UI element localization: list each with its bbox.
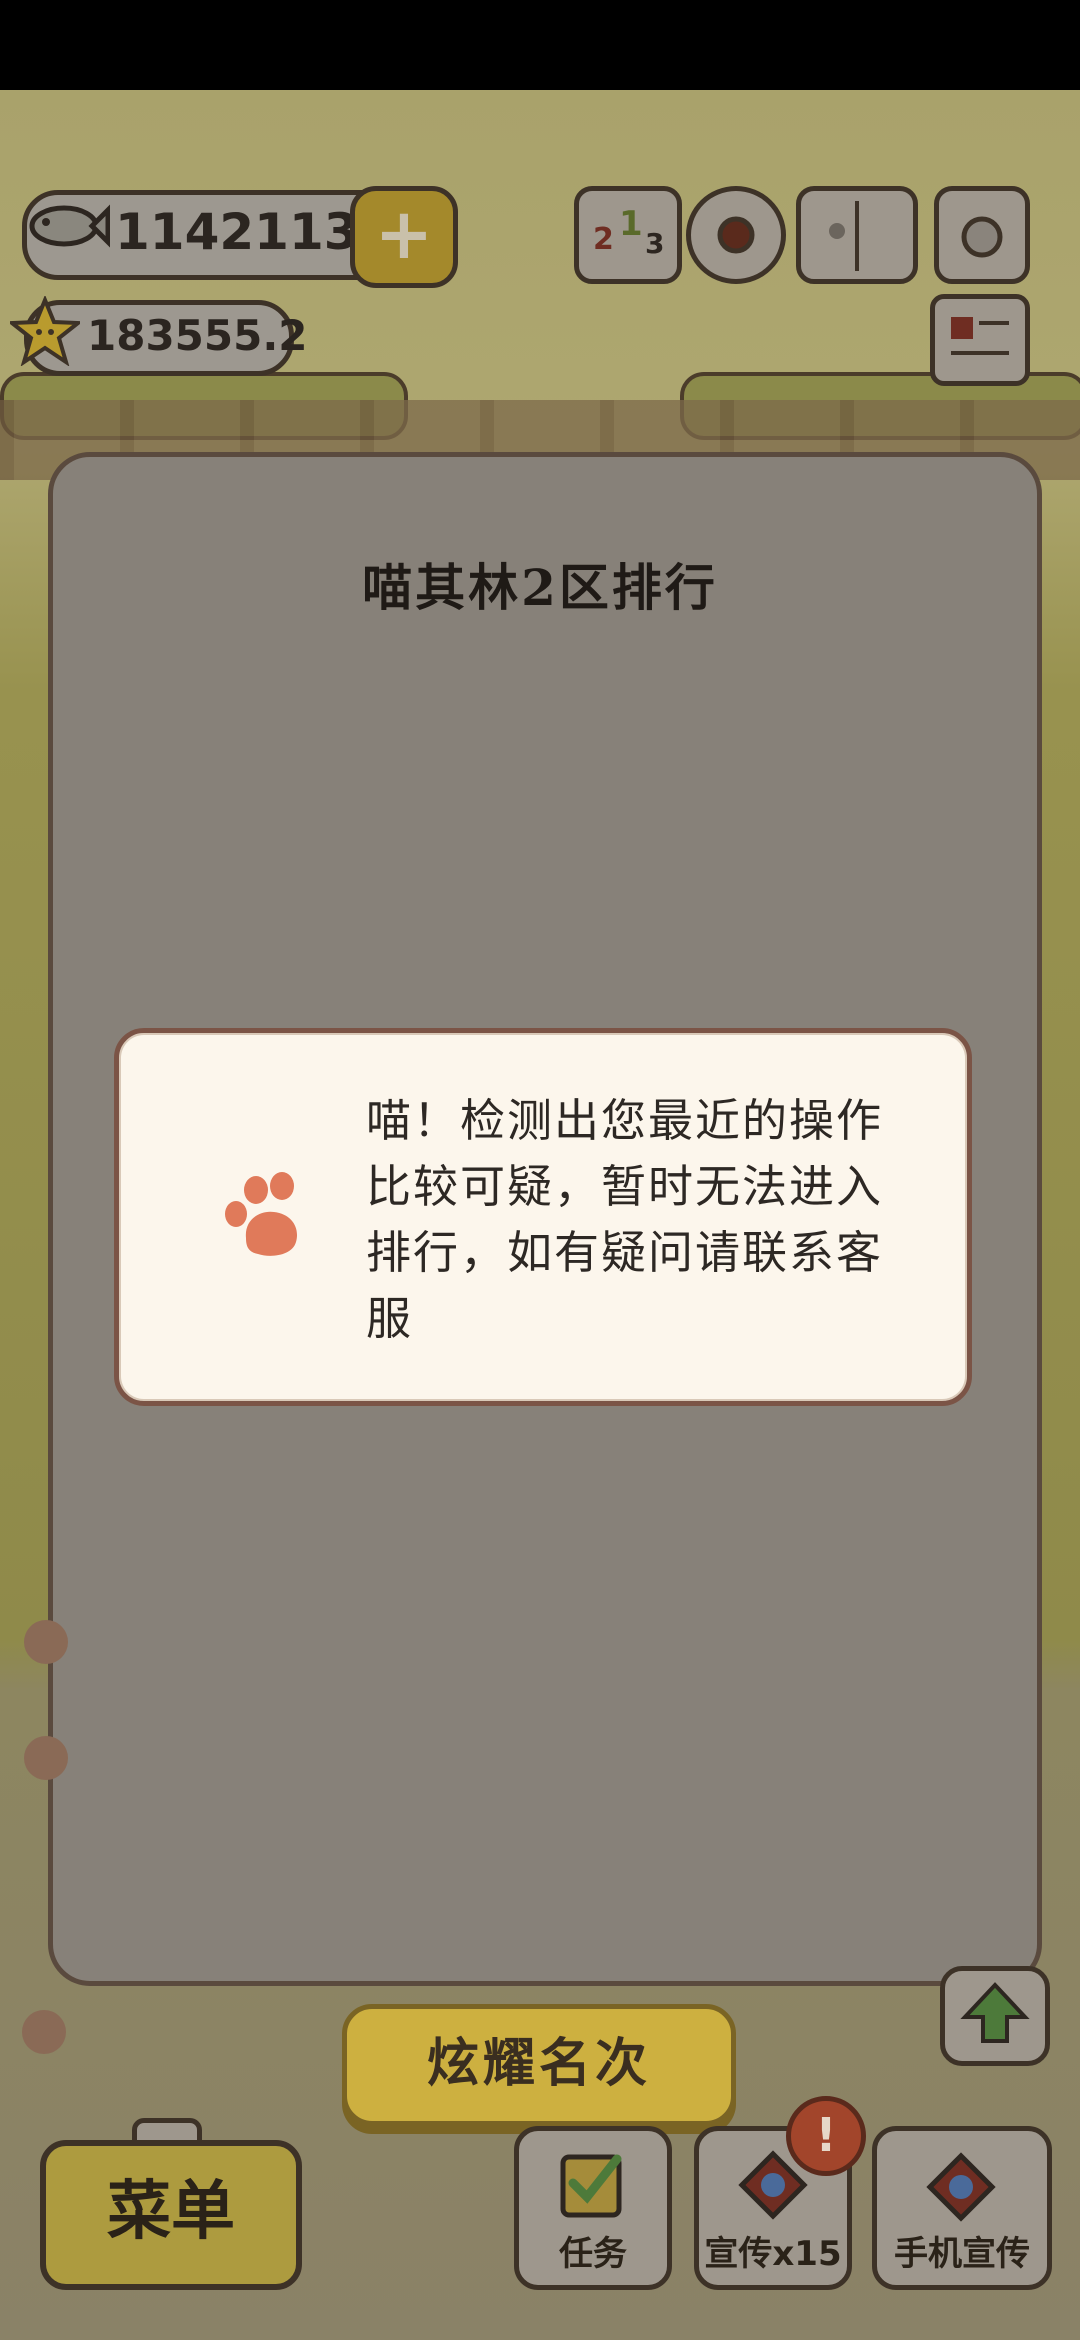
id-card-icon[interactable] xyxy=(930,294,1030,386)
promote-label: 宣传x15 xyxy=(704,2234,842,2274)
cat-book-icon[interactable] xyxy=(796,186,918,284)
flower-decoration xyxy=(24,1736,68,1780)
camera-icon[interactable] xyxy=(934,186,1030,284)
tasks-button[interactable]: 任务 xyxy=(514,2126,672,2290)
add-fish-button[interactable]: + xyxy=(350,186,458,288)
paw-icon xyxy=(225,1172,298,1256)
star-count: 183555.2 xyxy=(87,311,308,360)
menu-label: 菜单 xyxy=(107,2175,235,2249)
warning-message: 喵！检测出您最近的操作比较可疑，暂时无法进入排行，如有疑问请联系客服 xyxy=(366,1094,884,1345)
flower-decoration xyxy=(24,1620,68,1664)
flower-decoration xyxy=(22,2010,66,2054)
svg-text:1: 1 xyxy=(619,204,643,244)
menu-button[interactable]: 菜单 xyxy=(40,2140,302,2290)
notification-badge: ! xyxy=(786,2096,866,2176)
show-rank-button[interactable]: 炫耀名次 xyxy=(342,2004,736,2126)
star-icon xyxy=(10,296,80,366)
svg-text:3: 3 xyxy=(645,227,664,260)
tasks-label: 任务 xyxy=(559,2234,627,2274)
settings-gear-icon[interactable] xyxy=(686,186,786,284)
fish-icon xyxy=(29,204,110,248)
upgrade-arrow-button[interactable] xyxy=(940,1966,1050,2066)
svg-text:2: 2 xyxy=(593,222,614,257)
phone-promote-label: 手机宣传 xyxy=(894,2234,1030,2274)
status-bar xyxy=(0,0,1080,90)
checklist-icon xyxy=(560,2154,622,2218)
phone-promote-button[interactable]: 手机宣传 xyxy=(872,2126,1052,2290)
ranking-icon[interactable]: 213 xyxy=(574,186,682,284)
dialog-title: 喵其林2区排行 xyxy=(362,558,718,617)
phone-flyer-icon xyxy=(926,2152,996,2222)
